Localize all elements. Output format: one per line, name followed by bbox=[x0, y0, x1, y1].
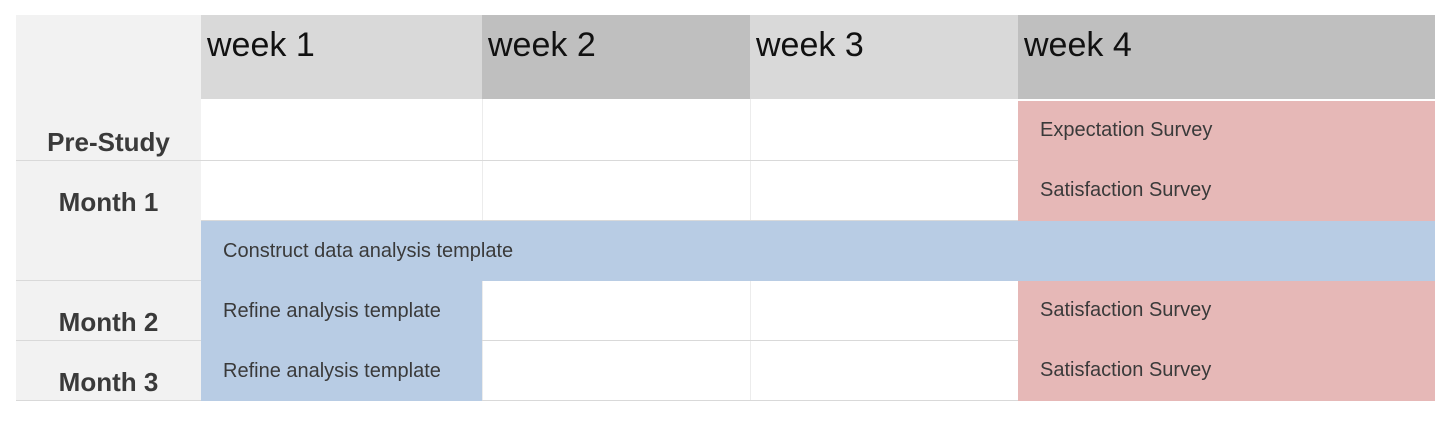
week-2-header: week 2 bbox=[482, 15, 750, 99]
week-1-header: week 1 bbox=[201, 15, 482, 99]
row-label-month-1: Month 1 bbox=[58, 187, 159, 217]
task-refine-template-month-3: Refine analysis template bbox=[201, 341, 482, 401]
task-construct-template: Construct data analysis template bbox=[201, 221, 1435, 281]
task-satisfaction-survey-month-1: Satisfaction Survey bbox=[1018, 161, 1435, 221]
row-label-pre-study: Pre-Study bbox=[47, 127, 170, 157]
header-corner bbox=[16, 15, 201, 99]
task-satisfaction-survey-month-2: Satisfaction Survey bbox=[1018, 281, 1435, 341]
week-3-header: week 3 bbox=[750, 15, 1018, 99]
task-satisfaction-survey-month-3: Satisfaction Survey bbox=[1018, 341, 1435, 401]
week-4-header: week 4 bbox=[1018, 15, 1435, 99]
task-expectation-survey: Expectation Survey bbox=[1018, 101, 1435, 161]
task-refine-template-month-2: Refine analysis template bbox=[201, 281, 482, 341]
row-label-month-2: Month 2 bbox=[58, 307, 159, 337]
schedule-grid: week 1 week 2 week 3 week 4 Pre-Study Mo… bbox=[16, 15, 1435, 401]
row-label-month-3: Month 3 bbox=[58, 367, 159, 397]
